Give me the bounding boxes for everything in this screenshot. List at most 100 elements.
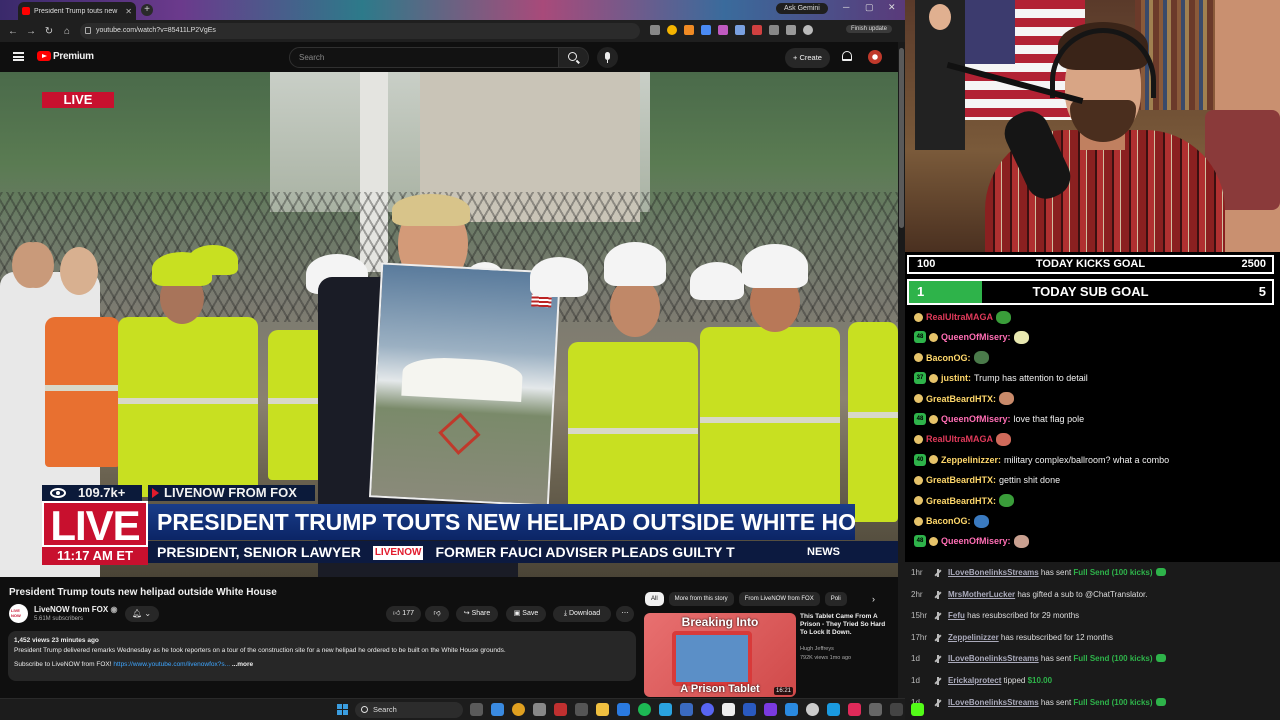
recommendation-thumbnail[interactable]: Breaking Into A Prison Tablet 16:21 <box>644 613 796 697</box>
tab-close-icon[interactable]: ✕ <box>125 7 132 16</box>
extensions-puzzle-icon[interactable] <box>769 25 779 35</box>
finish-update-button[interactable]: Finish update <box>846 25 893 33</box>
chevron-right-icon[interactable]: › <box>872 594 875 604</box>
reload-icon[interactable]: ↻ <box>40 26 58 37</box>
description-link[interactable]: https://www.youtube.com/livenowfox?s... <box>113 661 230 668</box>
save-button[interactable]: ▣ Save <box>506 606 546 622</box>
install-icon[interactable] <box>650 25 660 35</box>
more-actions-button[interactable]: ⋯ <box>616 606 634 622</box>
extension-icon[interactable] <box>735 25 745 35</box>
chat-username[interactable]: RealUltraMAGA <box>926 312 993 322</box>
file-explorer-icon[interactable] <box>596 703 609 716</box>
event-username[interactable]: ILoveBonelinksStreams <box>948 654 1039 663</box>
voice-search-icon[interactable] <box>597 47 618 68</box>
bookmark-star-icon[interactable] <box>667 25 677 35</box>
taskbar-app-icon[interactable] <box>491 703 504 716</box>
kick-icon[interactable] <box>911 703 924 716</box>
like-button[interactable]: 👍︎ 177 <box>386 606 421 622</box>
taskbar-app-icon[interactable] <box>659 703 672 716</box>
discord-icon[interactable] <box>701 703 714 716</box>
menu-icon[interactable] <box>13 52 24 61</box>
chip-from-channel[interactable]: From LiveNOW from FOX <box>738 592 820 606</box>
youtube-logo-icon[interactable] <box>37 51 51 61</box>
extension-icon[interactable] <box>718 25 728 35</box>
browser-tab[interactable]: President Trump touts new ✕ <box>18 2 136 20</box>
scrollbar-thumb[interactable] <box>899 48 904 228</box>
subscribed-notifications-button[interactable]: 🔔︎ ⌄ <box>125 606 159 622</box>
event-username[interactable]: Zeppelinizzer <box>948 633 999 642</box>
taskbar-search[interactable]: Search <box>355 702 463 718</box>
recommendation-meta: 792K views 1mo ago <box>800 655 852 661</box>
video-player[interactable]: LIVE 109.7k+ LIVENOW FROM FOX LIVE 11:17… <box>0 72 898 577</box>
site-info-icon[interactable] <box>85 27 91 34</box>
create-button[interactable]: + Create <box>785 48 830 68</box>
event-username[interactable]: MrsMotherLucker <box>948 590 1015 599</box>
chrome-icon[interactable] <box>512 703 525 716</box>
extension-icon[interactable] <box>752 25 762 35</box>
start-button[interactable] <box>337 704 348 715</box>
channel-name[interactable]: LiveNOW from FOX ◉ <box>34 605 117 614</box>
url-field[interactable]: youtube.com/watch?v=85411LP2VgEs <box>80 23 640 39</box>
description-box[interactable]: 1,452 views 23 minutes ago President Tru… <box>8 631 636 681</box>
taskbar-app-icon[interactable] <box>533 703 546 716</box>
chat-username[interactable]: RealUltraMAGA <box>926 434 993 444</box>
search-button[interactable] <box>559 47 589 68</box>
forward-icon[interactable]: → <box>22 26 40 37</box>
back-icon[interactable]: ← <box>4 26 22 37</box>
download-button[interactable]: ⤓ Download <box>553 606 611 622</box>
minimize-icon[interactable]: ─ <box>843 2 849 12</box>
taskbar-app-icon[interactable] <box>785 703 798 716</box>
taskbar-app-icon[interactable] <box>617 703 630 716</box>
chat-username[interactable]: QueenOfMisery: <box>941 536 1011 546</box>
chat-username[interactable]: BaconOG: <box>926 353 971 363</box>
chip-more-from-story[interactable]: More from this story <box>668 592 734 606</box>
spotify-icon[interactable] <box>638 703 651 716</box>
chat-username[interactable]: GreatBeardHTX: <box>926 475 996 485</box>
event-username[interactable]: ILoveBonelinksStreams <box>948 698 1039 707</box>
channel-avatar[interactable] <box>9 604 28 623</box>
page-scrollbar[interactable] <box>898 42 905 698</box>
avatar[interactable] <box>868 50 882 64</box>
notifications-bell-icon[interactable] <box>842 51 852 61</box>
search-input[interactable]: Search <box>289 47 559 68</box>
profile-icon[interactable] <box>803 25 813 35</box>
chat-username[interactable]: justint: <box>941 373 971 383</box>
extension-icon[interactable] <box>701 25 711 35</box>
new-tab-button[interactable]: + <box>141 4 153 16</box>
taskbar-app-icon[interactable] <box>764 703 777 716</box>
chip-all[interactable]: All <box>645 592 664 606</box>
taskbar-app-icon[interactable] <box>869 703 882 716</box>
maximize-icon[interactable]: ▢ <box>865 2 874 13</box>
taskbar-app-icon[interactable] <box>680 703 693 716</box>
dislike-button[interactable]: 👎︎ <box>425 606 449 622</box>
chip-politics[interactable]: Poli <box>824 592 847 606</box>
event-username[interactable]: Erickalprotect <box>948 676 1001 685</box>
share-button[interactable]: ↪ Share <box>456 606 498 622</box>
recommendation-channel[interactable]: Hugh Jeffreys <box>800 646 834 652</box>
event-username[interactable]: Fefu <box>948 611 965 620</box>
taskbar-app-icon[interactable] <box>554 703 567 716</box>
taskbar-app-icon[interactable] <box>848 703 861 716</box>
chat-username[interactable]: QueenOfMisery: <box>941 414 1011 424</box>
downloads-icon[interactable] <box>786 25 796 35</box>
taskbar-app-icon[interactable] <box>575 703 588 716</box>
taskbar-app-icon[interactable] <box>806 703 819 716</box>
event-username[interactable]: ILoveBonelinksStreams <box>948 568 1039 577</box>
ask-gemini-button[interactable]: Ask Gemini <box>776 3 828 14</box>
recommendation-title[interactable]: This Tablet Came From A Prison - They Tr… <box>800 613 892 637</box>
show-more-link[interactable]: ...more <box>232 661 253 668</box>
chat-username[interactable]: GreatBeardHTX: <box>926 496 996 506</box>
extension-icon[interactable] <box>684 25 694 35</box>
taskbar-app-icon[interactable] <box>827 703 840 716</box>
task-view-icon[interactable] <box>470 703 483 716</box>
home-icon[interactable]: ⌂ <box>58 26 76 37</box>
chat-username[interactable]: QueenOfMisery: <box>941 332 1011 342</box>
chat-username[interactable]: GreatBeardHTX: <box>926 394 996 404</box>
taskbar-app-icon[interactable] <box>743 703 756 716</box>
taskbar-app-icon[interactable] <box>722 703 735 716</box>
close-window-icon[interactable]: ✕ <box>888 2 896 13</box>
taskbar-app-icon[interactable] <box>890 703 903 716</box>
chat-username[interactable]: Zeppelinizzer: <box>941 455 1001 465</box>
youtube-brand[interactable]: Premium <box>53 51 94 62</box>
chat-username[interactable]: BaconOG: <box>926 516 971 526</box>
